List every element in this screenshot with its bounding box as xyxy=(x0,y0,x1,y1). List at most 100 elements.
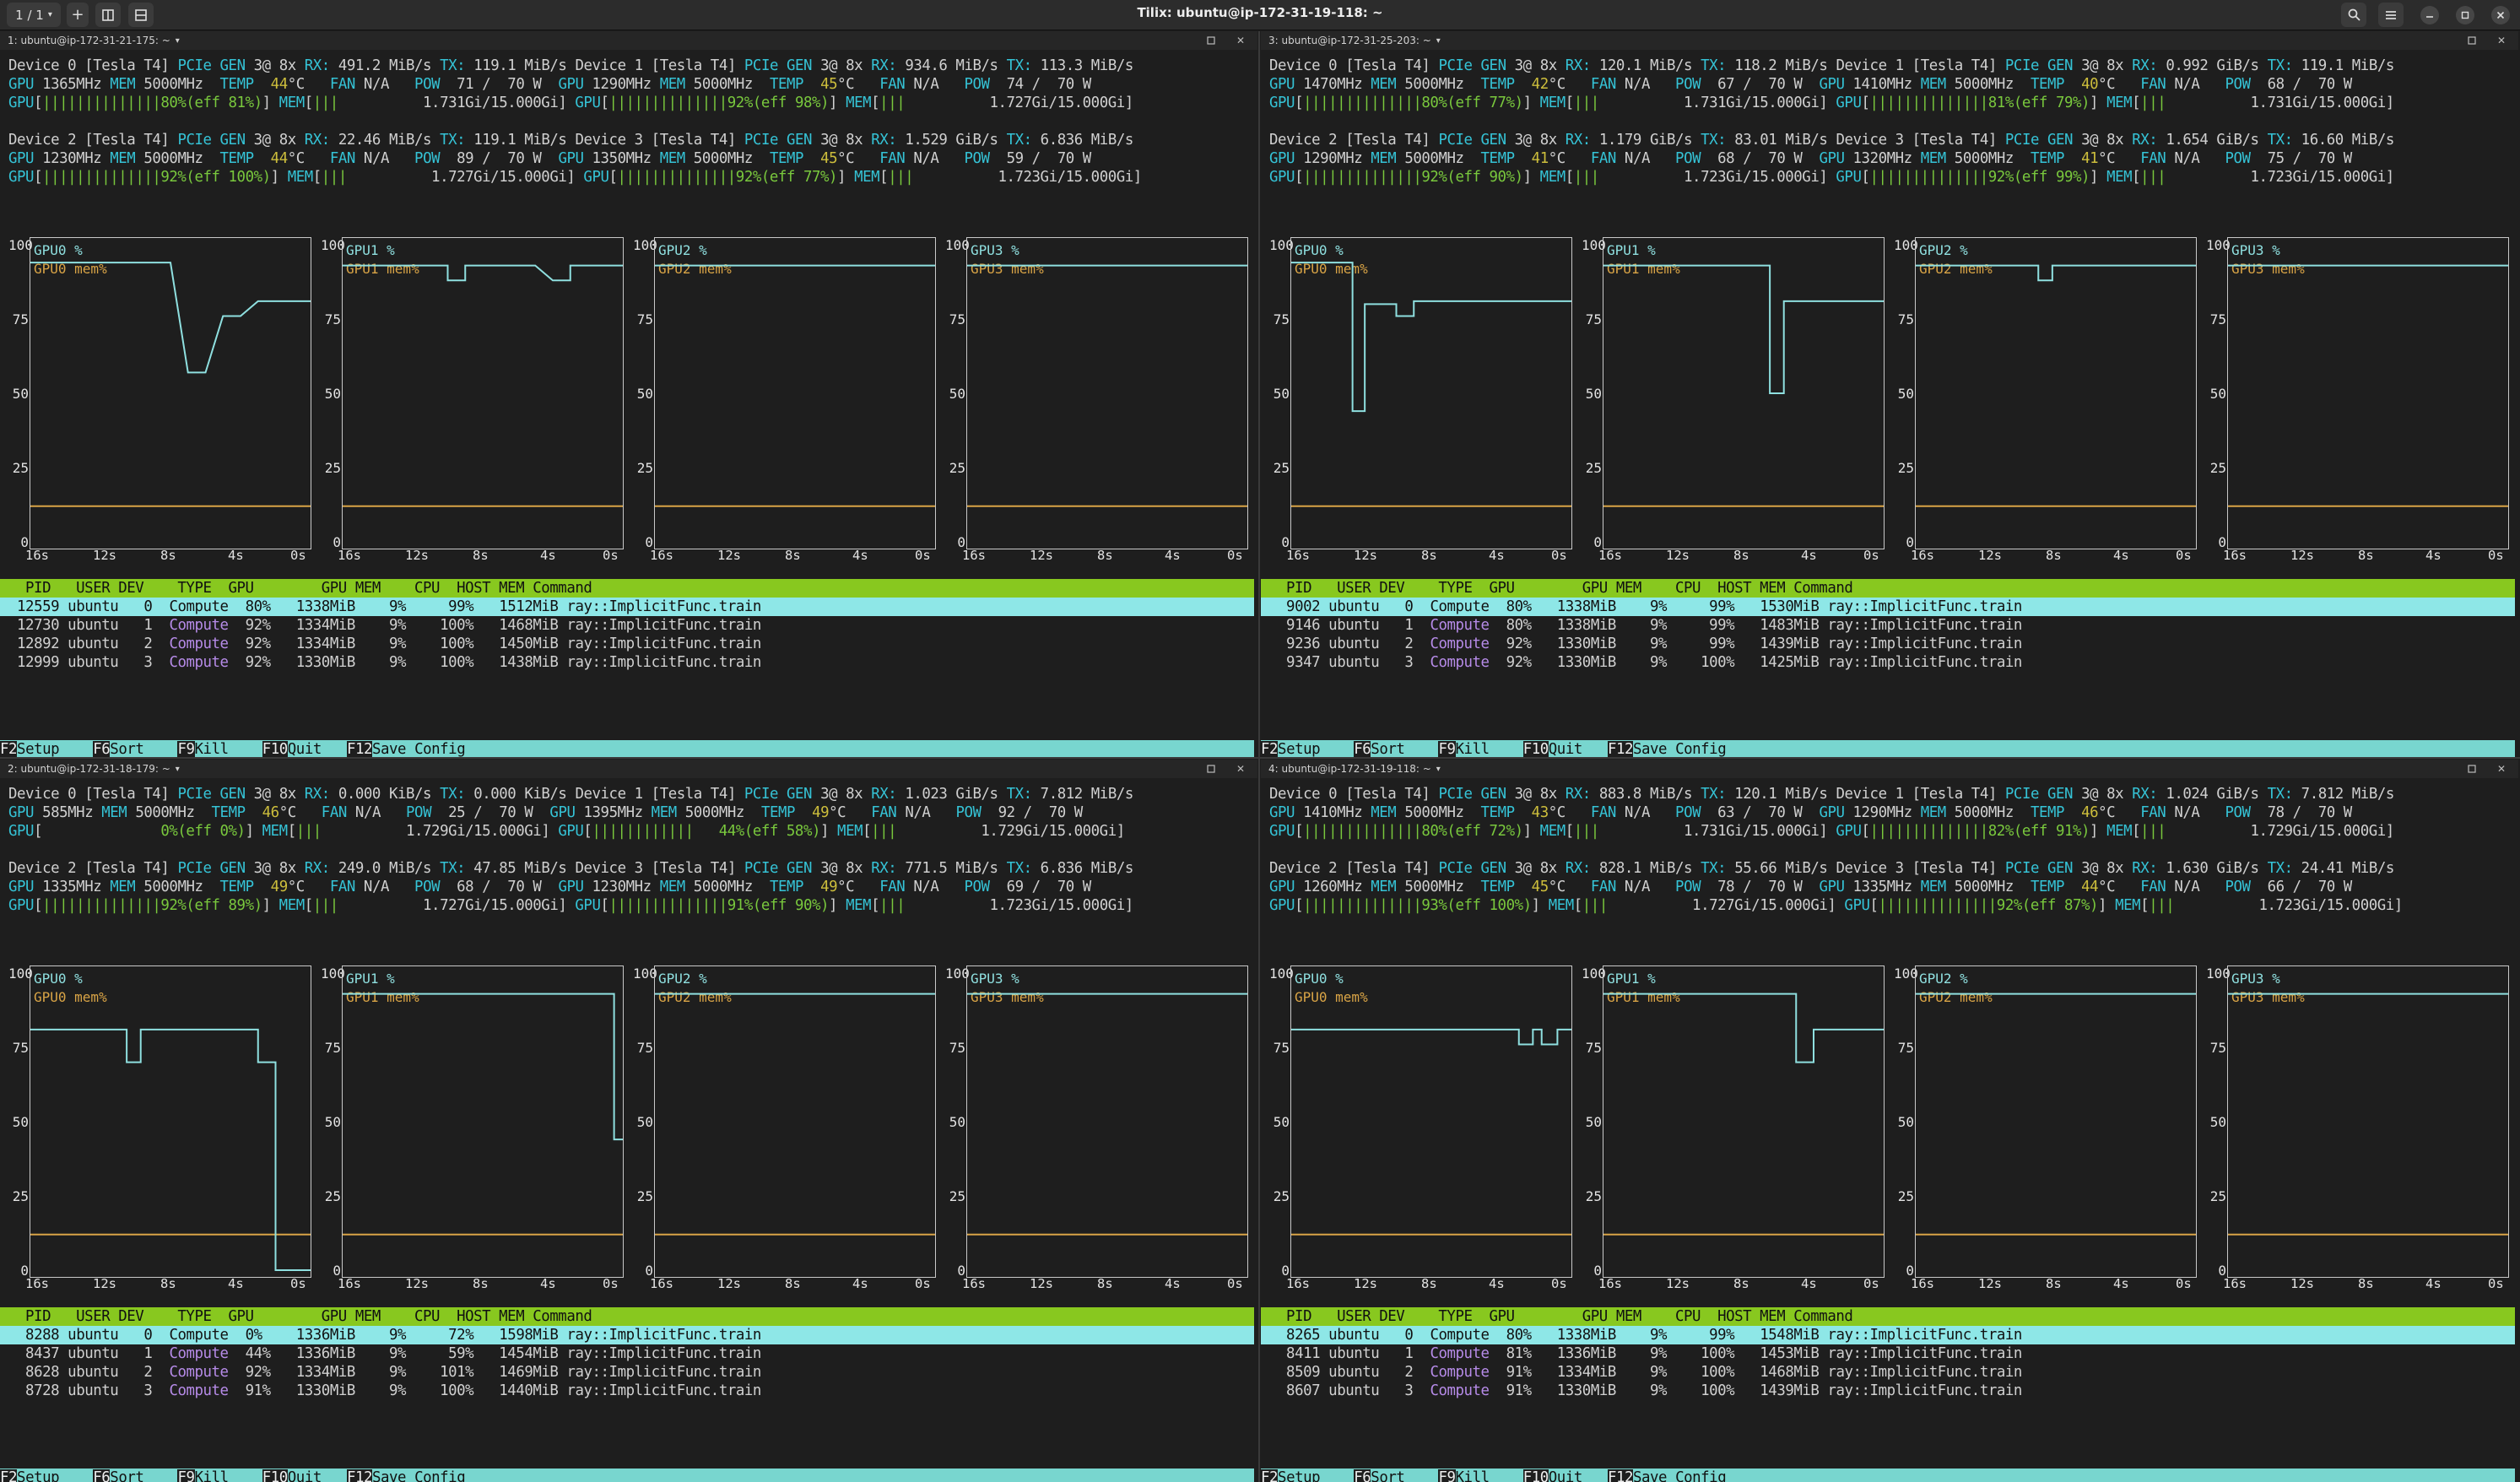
process-row[interactable]: 8628 ubuntu 2 Compute 92% 1334MiB 9% 101… xyxy=(0,1363,1254,1382)
terminal-pane-1[interactable]: 1: ubuntu@ip-172-31-21-175: ~ ▾ ✕ Device 0 … xyxy=(0,31,1257,757)
footer-key-setup[interactable]: F2Setup xyxy=(0,1469,93,1482)
split-down-button[interactable] xyxy=(128,3,154,27)
process-row[interactable]: 9002 ubuntu 0 Compute 80% 1338MiB 9% 99%… xyxy=(1261,598,2515,616)
pow-max: 70 W xyxy=(2317,150,2353,167)
process-row[interactable]: 8509 ubuntu 2 Compute 91% 1334MiB 9% 100… xyxy=(1261,1363,2515,1382)
terminal-pane-2[interactable]: 3: ubuntu@ip-172-31-25-203: ~ ▾ ✕ Device 0 … xyxy=(1261,31,2518,757)
footer-key-kill[interactable]: F9Kill xyxy=(177,741,262,757)
process-type: Compute xyxy=(169,1345,229,1362)
footer-key-quit[interactable]: F10Quit xyxy=(1522,1469,1608,1482)
sep xyxy=(1430,57,1438,74)
minimize-button[interactable] xyxy=(2420,6,2439,24)
process-device: 1 xyxy=(1404,1345,1414,1362)
x-axis-tick-label: 8s xyxy=(2046,1276,2062,1291)
y-axis-tick-label: 100 xyxy=(1269,237,1294,253)
split-right-button[interactable] xyxy=(95,3,121,27)
chevron-down-icon[interactable]: ▾ xyxy=(1436,36,1441,46)
footer-key-sort[interactable]: F6Sort xyxy=(1354,741,1438,757)
maximize-button[interactable] xyxy=(2456,6,2474,24)
terminal-pane-3[interactable]: 2: ubuntu@ip-172-31-18-179: ~ ▾ ✕ Device 0 … xyxy=(0,760,1257,1482)
footer-key-setup[interactable]: F2Setup xyxy=(0,741,93,757)
footer-key-kill[interactable]: F9Kill xyxy=(177,1469,262,1482)
fan-value: N/A xyxy=(363,150,390,167)
footer-key-save-config[interactable]: F12Save Config xyxy=(1607,741,1727,757)
pane-title[interactable]: 3: ubuntu@ip-172-31-25-203: ~ xyxy=(1268,35,1431,46)
process-row[interactable]: 8437 ubuntu 1 Compute 44% 1336MiB 9% 59%… xyxy=(0,1344,1254,1363)
sep xyxy=(8,1327,25,1344)
sep xyxy=(1819,1364,1827,1381)
sep xyxy=(1802,804,1819,821)
pane-close-icon[interactable]: ✕ xyxy=(1234,34,1247,47)
pane-close-icon[interactable]: ✕ xyxy=(2495,34,2508,47)
pane-title[interactable]: 1: ubuntu@ip-172-31-21-175: ~ xyxy=(8,35,170,46)
footer-key-save-config[interactable]: F12Save Config xyxy=(346,1469,466,1482)
sep xyxy=(1591,57,1599,74)
terminal-pane-4[interactable]: 4: ubuntu@ip-172-31-19-118: ~ ▾ ✕ Device 0 … xyxy=(1261,760,2518,1482)
footer-key-setup[interactable]: F2Setup xyxy=(1261,1469,1354,1482)
bracket: [ xyxy=(304,897,313,914)
footer-key-kill[interactable]: F9Kill xyxy=(1438,1469,1522,1482)
fan-value: N/A xyxy=(363,879,390,895)
footer-key-sort[interactable]: F6Sort xyxy=(1354,1469,1438,1482)
process-row[interactable]: 8288 ubuntu 0 Compute 0% 1336MiB 9% 72% … xyxy=(0,1326,1254,1344)
process-row[interactable]: 12559 ubuntu 0 Compute 80% 1338MiB 9% 99… xyxy=(0,598,1254,616)
nvtop-terminal[interactable]: Device 0 [Tesla T4] PCIe GEN 3@ 8x RX: 4… xyxy=(0,50,1257,757)
y-axis-tick-label: 50 xyxy=(636,1114,653,1130)
process-row[interactable]: 9236 ubuntu 2 Compute 92% 1330MiB 9% 99%… xyxy=(1261,635,2515,653)
chevron-down-icon[interactable]: ▾ xyxy=(176,765,180,774)
process-row[interactable]: 8265 ubuntu 0 Compute 80% 1338MiB 9% 99%… xyxy=(1261,1326,2515,1344)
footer-key-setup[interactable]: F2Setup xyxy=(1261,741,1354,757)
rx-value: 0.992 GiB/s xyxy=(2166,57,2259,74)
sep xyxy=(1532,617,1557,634)
pane-close-icon[interactable]: ✕ xyxy=(1234,762,1247,776)
gpu-usage-graph: 100 75 50 25 0 16s 12s 8s 4s 0s GPU1 % GPU1 mem% xyxy=(1582,237,1894,565)
process-row[interactable]: 9146 ubuntu 1 Compute 80% 1338MiB 9% 99%… xyxy=(1261,616,2515,635)
sep xyxy=(1734,1345,1760,1362)
process-row[interactable]: 8728 ubuntu 3 Compute 91% 1330MiB 9% 100… xyxy=(0,1382,1254,1400)
search-button[interactable] xyxy=(2341,3,2366,27)
x-axis-tick-label: 4s xyxy=(852,1276,868,1291)
footer-key-quit[interactable]: F10Quit xyxy=(262,1469,347,1482)
pane-maximize-icon[interactable] xyxy=(2465,762,2479,776)
temp-unit: °C xyxy=(2098,76,2116,93)
session-switcher[interactable]: 1 / 1 ▾ xyxy=(7,3,61,27)
add-terminal-button[interactable]: + xyxy=(67,3,89,27)
tx-label: TX: xyxy=(2258,860,2294,877)
nvtop-terminal[interactable]: Device 0 [Tesla T4] PCIe GEN 3@ 8x RX: 0… xyxy=(0,778,1257,1482)
gpu-clock: 1410MHz xyxy=(1852,76,1913,93)
graph-plot xyxy=(1291,1028,1571,1236)
footer-key-quit[interactable]: F10Quit xyxy=(1522,741,1608,757)
pane-title[interactable]: 4: ubuntu@ip-172-31-19-118: ~ xyxy=(1268,763,1431,775)
fan-value: N/A xyxy=(905,804,931,821)
process-row[interactable]: 8411 ubuntu 1 Compute 81% 1336MiB 9% 100… xyxy=(1261,1344,2515,1363)
footer-key-sort[interactable]: F6Sort xyxy=(93,1469,177,1482)
footer-key-kill[interactable]: F9Kill xyxy=(1438,741,1522,757)
process-row[interactable]: 8607 ubuntu 3 Compute 91% 1330MiB 9% 100… xyxy=(1261,1382,2515,1400)
process-type: Compute xyxy=(1430,617,1490,634)
footer-key-save-config[interactable]: F12Save Config xyxy=(346,741,466,757)
temp-unit: °C xyxy=(287,879,305,895)
footer-key-sort[interactable]: F6Sort xyxy=(93,741,177,757)
chevron-down-icon[interactable]: ▾ xyxy=(176,36,180,46)
process-row[interactable]: 12730 ubuntu 1 Compute 92% 1334MiB 9% 10… xyxy=(0,616,1254,635)
menu-button[interactable] xyxy=(2378,3,2404,27)
process-host-mem: 1548MiB xyxy=(1760,1327,1820,1344)
close-button[interactable] xyxy=(2491,6,2510,24)
process-row[interactable]: 9347 ubuntu 3 Compute 92% 1330MiB 9% 100… xyxy=(1261,653,2515,672)
pane-maximize-icon[interactable] xyxy=(1204,34,1218,47)
pane-close-icon[interactable]: ✕ xyxy=(2495,762,2508,776)
horizontal-split-divider[interactable] xyxy=(0,757,2520,759)
process-row[interactable]: 12892 ubuntu 2 Compute 92% 1334MiB 9% 10… xyxy=(0,635,1254,653)
footer-key-quit[interactable]: F10Quit xyxy=(262,741,347,757)
nvtop-terminal[interactable]: Device 0 [Tesla T4] PCIe GEN 3@ 8x RX: 8… xyxy=(1261,778,2518,1482)
x-axis-tick-label: 16s xyxy=(650,1276,673,1291)
process-row[interactable]: 12999 ubuntu 3 Compute 92% 1330MiB 9% 10… xyxy=(0,653,1254,672)
pane-maximize-icon[interactable] xyxy=(1204,762,1218,776)
pcie-gen: 3@ 8x xyxy=(1506,786,1566,803)
footer-key-save-config[interactable]: F12Save Config xyxy=(1607,1469,1727,1482)
chevron-down-icon[interactable]: ▾ xyxy=(1436,765,1441,774)
pane-title[interactable]: 2: ubuntu@ip-172-31-18-179: ~ xyxy=(8,763,170,775)
pane-maximize-icon[interactable] xyxy=(2465,34,2479,47)
nvtop-terminal[interactable]: Device 0 [Tesla T4] PCIe GEN 3@ 8x RX: 1… xyxy=(1261,50,2518,757)
mem-usage: 1.723Gi/15.000Gi xyxy=(998,169,1133,186)
